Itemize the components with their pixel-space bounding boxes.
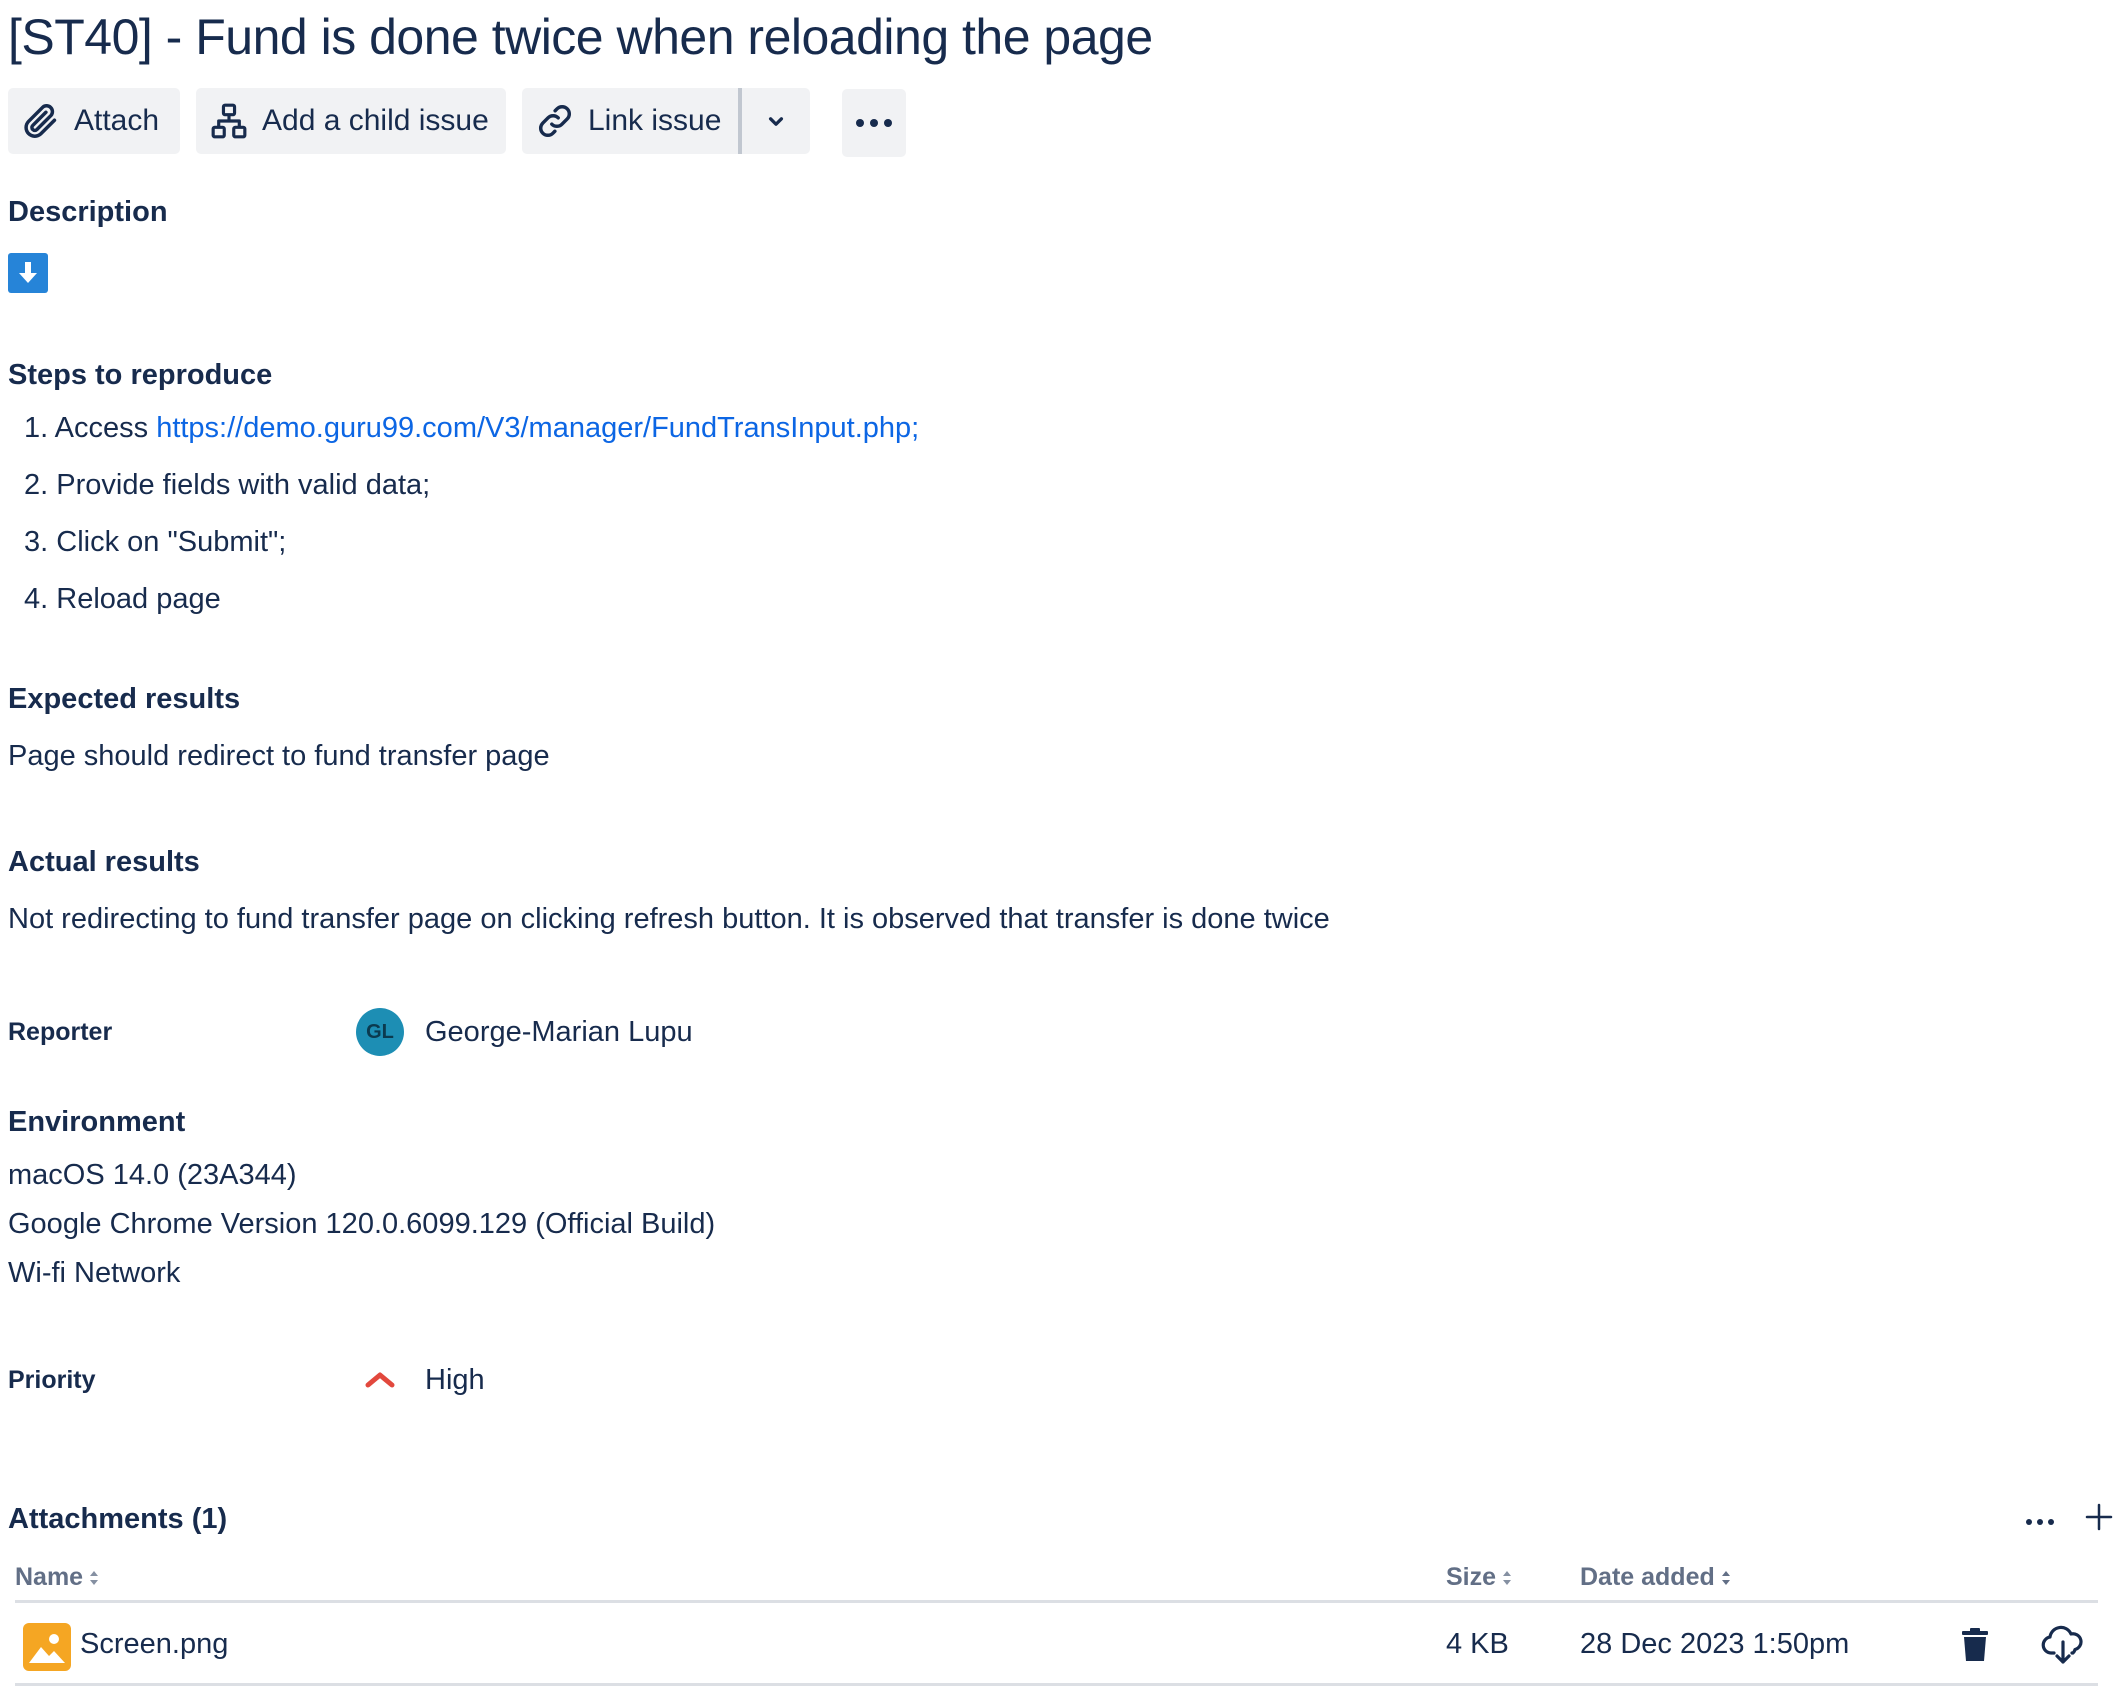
column-header-label: Date added	[1580, 1563, 1715, 1591]
more-icon	[856, 119, 892, 127]
attach-label: Attach	[74, 104, 160, 137]
attach-button[interactable]: Attach	[8, 88, 180, 154]
step-link[interactable]: https://demo.guru99.com/V3/manager/FundT…	[156, 412, 919, 444]
column-header-name[interactable]: Name	[15, 1563, 100, 1592]
step-text: Provide fields with valid data;	[56, 469, 431, 501]
attachments-more-button[interactable]	[2022, 1508, 2058, 1536]
add-child-issue-button[interactable]: Add a child issue	[196, 88, 506, 154]
reporter-name: George-Marian Lupu	[425, 1016, 693, 1048]
more-actions-button[interactable]	[842, 89, 906, 157]
description-heading: Description	[8, 196, 168, 228]
table-row[interactable]: Screen.png 4 KB 28 Dec 2023 1:50pm	[15, 1603, 2098, 1683]
step-number: 3.	[24, 526, 49, 558]
list-item: 1. Access https://demo.guru99.com/V3/man…	[24, 412, 919, 445]
hierarchy-icon	[211, 103, 247, 139]
paperclip-icon	[24, 104, 57, 138]
step-number: 1.	[24, 412, 49, 444]
list-item: 4. Reload page	[24, 583, 221, 616]
actual-results-heading: Actual results	[8, 846, 200, 878]
download-icon[interactable]	[8, 253, 48, 293]
avatar: GL	[356, 1008, 404, 1056]
add-child-issue-label: Add a child issue	[262, 104, 489, 137]
environment-line: Google Chrome Version 120.0.6099.129 (Of…	[8, 1208, 716, 1240]
link-issue-label: Link issue	[588, 104, 722, 137]
more-icon	[2026, 1519, 2054, 1525]
list-item: 2. Provide fields with valid data;	[24, 469, 430, 502]
priority-label: Priority	[8, 1366, 96, 1394]
column-header-label: Size	[1446, 1563, 1497, 1591]
link-icon	[538, 104, 572, 138]
list-item: 3. Click on "Submit";	[24, 526, 286, 559]
link-issue-dropdown-button[interactable]	[742, 88, 810, 154]
link-issue-button[interactable]: Link issue	[522, 88, 738, 154]
expected-results-heading: Expected results	[8, 683, 241, 715]
priority-high-icon	[365, 1372, 395, 1388]
sort-icon	[1721, 1570, 1730, 1585]
table-row-divider	[15, 1683, 2098, 1686]
column-header-size[interactable]: Size	[1446, 1563, 1513, 1592]
environment-line: Wi-fi Network	[8, 1257, 181, 1289]
step-number: 4.	[24, 583, 49, 615]
attachment-file-size: 4 KB	[1446, 1628, 1509, 1660]
step-text: Access	[54, 412, 157, 444]
plus-icon	[2085, 1503, 2113, 1531]
priority-value[interactable]: High	[425, 1364, 485, 1397]
column-header-date-added[interactable]: Date added	[1580, 1563, 1732, 1592]
delete-attachment-button[interactable]	[1955, 1625, 1995, 1665]
sort-icon	[90, 1570, 99, 1585]
sort-icon	[1503, 1570, 1512, 1585]
reporter-label: Reporter	[8, 1018, 113, 1046]
issue-title[interactable]: [ST40] - Fund is done twice when reloadi…	[8, 8, 1153, 66]
add-attachment-button[interactable]	[2084, 1502, 2114, 1534]
actual-results-text: Not redirecting to fund transfer page on…	[8, 903, 1330, 935]
attachments-heading: Attachments (1)	[8, 1503, 228, 1535]
issue-page: [ST40] - Fund is done twice when reloadi…	[0, 0, 2114, 1688]
download-attachment-button[interactable]	[2040, 1625, 2086, 1665]
attachment-file-name[interactable]: Screen.png	[80, 1628, 228, 1661]
image-file-icon	[23, 1623, 71, 1671]
trash-icon	[1962, 1628, 1988, 1661]
step-number: 2.	[24, 469, 49, 501]
attachment-date-added: 28 Dec 2023 1:50pm	[1580, 1628, 1850, 1660]
steps-heading: Steps to reproduce	[8, 359, 273, 391]
expected-results-text: Page should redirect to fund transfer pa…	[8, 740, 550, 772]
cloud-download-icon	[2041, 1625, 2083, 1664]
chevron-down-icon	[768, 117, 784, 126]
step-text: Click on "Submit";	[56, 526, 287, 558]
reporter-field[interactable]: GL	[356, 1008, 404, 1056]
column-header-label: Name	[15, 1563, 84, 1591]
environment-line: macOS 14.0 (23A344)	[8, 1159, 297, 1191]
environment-heading: Environment	[8, 1106, 186, 1138]
step-text: Reload page	[56, 583, 221, 615]
